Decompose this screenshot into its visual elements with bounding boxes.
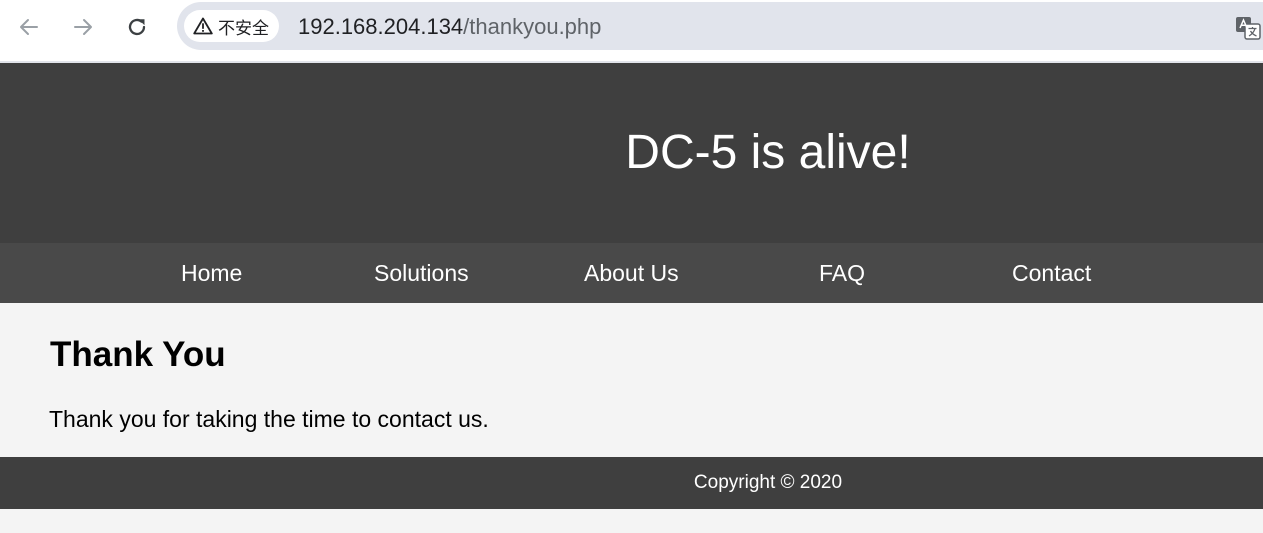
url-host: 192.168.204.134 <box>298 14 464 39</box>
security-label: 不安全 <box>218 18 269 38</box>
site-title: DC-5 is alive! <box>625 126 911 179</box>
nav-solutions[interactable]: Solutions <box>374 243 469 303</box>
site-footer: Copyright © 2020 <box>0 457 1263 509</box>
arrow-right-icon <box>74 19 92 35</box>
url-path: /thankyou.php <box>463 14 602 39</box>
main-content: Thank You Thank you for taking the time … <box>0 303 1263 457</box>
thank-you-message: Thank you for taking the time to contact… <box>49 406 489 432</box>
security-indicator[interactable]: 不安全 <box>184 10 279 42</box>
translate-button[interactable] <box>1235 15 1261 41</box>
page-heading: Thank You <box>50 335 226 374</box>
reload-icon <box>128 18 146 36</box>
main-nav: Home Solutions About Us FAQ Contact <box>0 243 1263 303</box>
nav-contact[interactable]: Contact <box>1012 243 1091 303</box>
warning-triangle-icon <box>193 17 213 35</box>
copyright-text: Copyright © 2020 <box>693 472 843 493</box>
nav-about-us[interactable]: About Us <box>584 243 679 303</box>
back-button[interactable] <box>15 13 43 41</box>
nav-home[interactable]: Home <box>181 243 242 303</box>
address-bar[interactable]: 不安全 192.168.204.134/thankyou.php <box>177 2 1263 50</box>
arrow-left-icon <box>20 19 38 35</box>
reload-button[interactable] <box>123 13 151 41</box>
translate-icon <box>1236 17 1261 40</box>
url-text[interactable]: 192.168.204.134/thankyou.php <box>298 14 601 40</box>
nav-faq[interactable]: FAQ <box>819 243 865 303</box>
forward-button[interactable] <box>69 13 97 41</box>
browser-toolbar: 不安全 192.168.204.134/thankyou.php <box>0 0 1263 63</box>
site-header: DC-5 is alive! <box>0 63 1263 243</box>
